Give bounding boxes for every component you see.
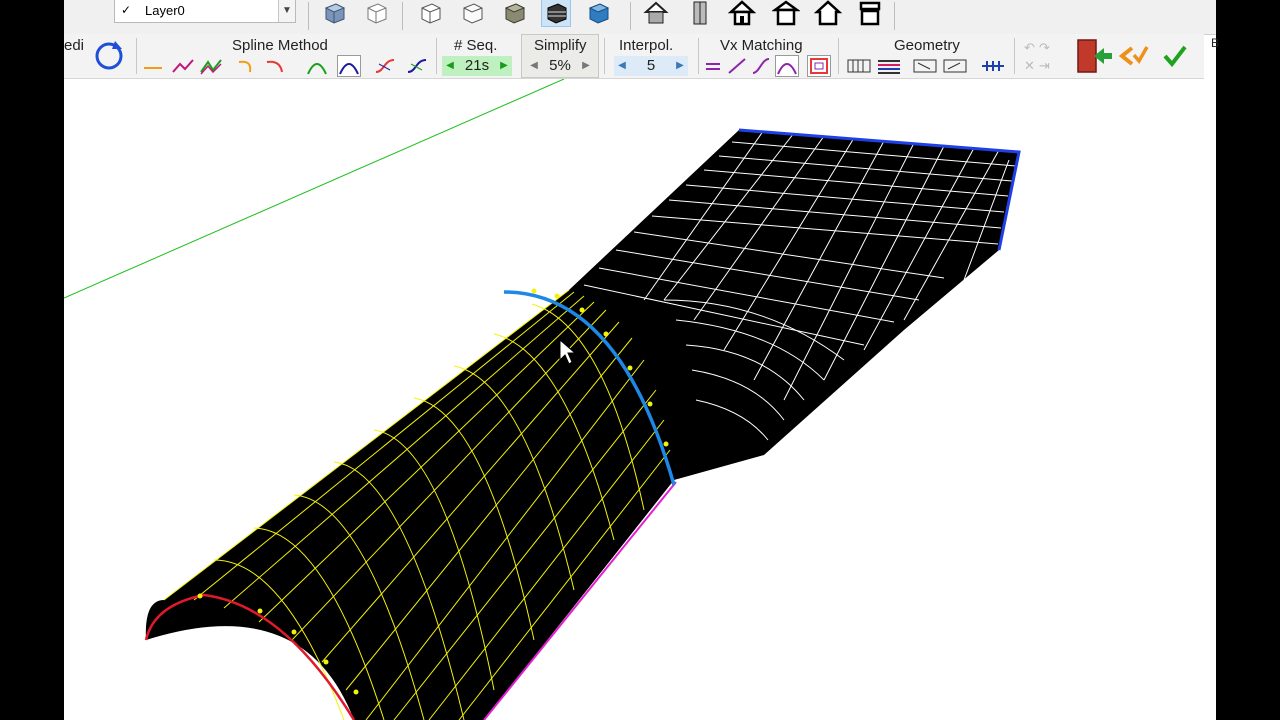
svg-text:↶ ↷: ↶ ↷ xyxy=(1024,41,1051,56)
back-check-icon[interactable] xyxy=(1118,42,1150,70)
simplify-title: Simplify xyxy=(534,37,587,54)
top-toolbar: ✓ Layer0 ▼ xyxy=(64,0,1216,35)
group-divider xyxy=(1014,38,1015,74)
spin-right-icon[interactable]: ▶ xyxy=(498,56,510,76)
spin-right-icon[interactable]: ▶ xyxy=(580,56,592,76)
frame-icon[interactable] xyxy=(807,55,831,77)
axis-line xyxy=(64,78,565,299)
box-blue-icon[interactable] xyxy=(584,0,612,26)
exit-door-icon[interactable] xyxy=(1074,37,1114,75)
seq-value: 21s xyxy=(464,57,490,74)
box-shaded-icon[interactable] xyxy=(320,0,348,26)
box-gray-icon[interactable] xyxy=(500,0,528,26)
arc-orange-icon[interactable] xyxy=(236,56,258,76)
diag-box-icon[interactable] xyxy=(912,56,938,76)
3d-viewport[interactable] xyxy=(64,78,1200,720)
group-divider xyxy=(838,38,839,74)
group-divider xyxy=(136,38,137,74)
group-divider xyxy=(698,38,699,74)
toolbar-divider xyxy=(630,2,631,30)
app-window: ✓ Layer0 ▼ edi Spline Method # Seq. ◀ 21… xyxy=(64,0,1216,720)
spin-right-icon[interactable]: ▶ xyxy=(674,56,686,76)
equal-icon[interactable] xyxy=(702,56,724,76)
validate-check-icon[interactable] xyxy=(1160,42,1190,70)
house-flat-icon[interactable] xyxy=(856,0,884,26)
box-open-icon[interactable] xyxy=(416,0,444,26)
curvature-icon[interactable] xyxy=(775,55,799,77)
grid-hash-icon[interactable] xyxy=(980,56,1006,76)
tangent-line-icon[interactable] xyxy=(726,56,748,76)
polyline-icon[interactable] xyxy=(172,56,194,76)
undo-redo-disabled-icon[interactable]: ↶ ↷ ✕ ⇥ xyxy=(1020,38,1064,74)
curve-green-icon[interactable] xyxy=(306,56,328,76)
s-curve-blue-icon[interactable] xyxy=(406,56,428,76)
diag-box-2-icon[interactable] xyxy=(942,56,968,76)
sweep-surface xyxy=(145,290,674,720)
polyline-green-icon[interactable] xyxy=(200,56,222,76)
simplify-value: 5% xyxy=(549,57,571,74)
rotate-icon[interactable] xyxy=(92,39,126,73)
layer-check-icon: ✓ xyxy=(121,3,132,17)
spline-method-title: Spline Method xyxy=(232,37,328,54)
toolbar-divider xyxy=(308,2,309,30)
toolbar-divider xyxy=(894,2,895,30)
tangent-curve-icon[interactable] xyxy=(750,56,772,76)
box-white-icon[interactable] xyxy=(458,0,486,26)
spin-left-icon[interactable]: ◀ xyxy=(444,56,456,76)
left-cut-label: edi xyxy=(64,37,85,54)
group-divider xyxy=(436,38,437,74)
house-outline-icon[interactable] xyxy=(814,0,842,26)
house-cut-icon[interactable] xyxy=(642,0,670,26)
vx-matching-title: Vx Matching xyxy=(720,37,803,54)
viewport-canvas[interactable] xyxy=(64,78,1200,720)
layer-name: Layer0 xyxy=(145,3,185,18)
screen-black-border: B xyxy=(1211,0,1280,720)
toolbar-divider xyxy=(402,2,403,30)
seq-title: # Seq. xyxy=(454,37,498,54)
interpol-spinner[interactable]: ◀ 5 ▶ xyxy=(614,56,688,76)
simplify-spinner[interactable]: ◀ 5% ▶ xyxy=(526,56,594,76)
geometry-title: Geometry xyxy=(894,37,960,54)
horizontal-lines-icon[interactable] xyxy=(876,56,902,76)
building-icon[interactable] xyxy=(686,0,714,26)
arc-red-icon[interactable] xyxy=(264,56,286,76)
spin-left-icon[interactable]: ◀ xyxy=(616,56,628,76)
seq-spinner[interactable]: ◀ 21s ▶ xyxy=(442,56,512,76)
house-roof-icon[interactable] xyxy=(772,0,800,26)
group-divider xyxy=(604,38,605,74)
interpol-value: 5 xyxy=(646,57,656,74)
house-icon[interactable] xyxy=(728,0,756,26)
curve-selected-icon[interactable] xyxy=(337,55,361,77)
vertical-lines-icon[interactable] xyxy=(846,56,872,76)
layer-dropdown[interactable]: ✓ Layer0 ▼ xyxy=(114,0,296,23)
spline-toolbar: edi Spline Method # Seq. ◀ 21s ▶ Simplif… xyxy=(64,34,1204,79)
s-curve-red-icon[interactable] xyxy=(374,56,396,76)
box-layers-icon[interactable] xyxy=(541,0,571,27)
line-orange-icon[interactable] xyxy=(142,56,164,76)
box-wire-icon[interactable] xyxy=(362,0,390,26)
svg-text:✕ ⇥: ✕ ⇥ xyxy=(1024,59,1050,74)
dropdown-arrow-icon[interactable]: ▼ xyxy=(278,0,295,22)
interpol-title: Interpol. xyxy=(619,37,674,54)
spin-left-icon[interactable]: ◀ xyxy=(528,56,540,76)
right-cut-label: B xyxy=(1211,36,1220,50)
